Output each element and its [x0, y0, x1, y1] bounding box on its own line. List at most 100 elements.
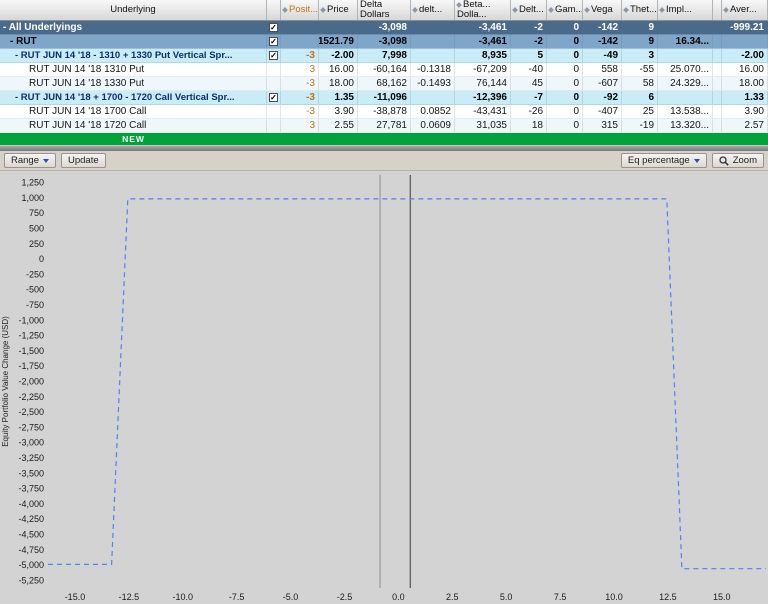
checkbox[interactable]: ✓ — [269, 23, 278, 32]
sort-diamond-icon — [456, 2, 462, 8]
cell-price: 1.35 — [319, 91, 358, 104]
sort-diamond-icon — [320, 7, 326, 13]
row-checkbox-cell[interactable] — [267, 63, 281, 76]
cell-impl_vol — [658, 49, 713, 62]
cell-gamma: 0 — [547, 49, 583, 62]
cell-delta_dollars: 7,998 — [358, 49, 411, 62]
table-row[interactable]: RUT JUN 14 '18 1310 Put316.00-60,164-0.1… — [0, 63, 768, 77]
row-checkbox-cell[interactable]: ✓ — [267, 49, 281, 62]
row-checkbox-cell[interactable] — [267, 119, 281, 132]
column-header-avg_price[interactable]: Aver... — [722, 0, 768, 20]
x-tick-label: -15.0 — [65, 592, 86, 602]
new-row-label: NEW — [0, 134, 267, 144]
column-header-delta[interactable]: Delt... — [511, 0, 547, 20]
range-dropdown-label: Range — [11, 155, 39, 166]
row-checkbox-cell[interactable]: ✓ — [267, 91, 281, 104]
y-tick-label: -2,250 — [18, 392, 44, 402]
row-checkbox-cell[interactable]: ✓ — [267, 35, 281, 48]
cell-theta: 58 — [622, 77, 658, 90]
cell-avg_price: 16.00 — [722, 63, 768, 76]
risk-profile-chart[interactable]: 1,2501,0007505002500-250-500-750-1,000-1… — [0, 171, 768, 604]
column-header-position[interactable]: Posit... — [281, 0, 319, 20]
cell-delta_dollars: -3,098 — [358, 21, 411, 34]
cell-delta_pct — [411, 49, 455, 62]
row-checkbox-cell[interactable] — [267, 105, 281, 118]
y-tick-label: -1,000 — [18, 315, 44, 325]
cell-position: -3 — [281, 77, 319, 90]
cell-price: -2.00 — [319, 49, 358, 62]
range-dropdown[interactable]: Range — [4, 153, 56, 168]
cell-theta: -19 — [622, 119, 658, 132]
y-tick-label: 250 — [29, 239, 44, 249]
cell-theta: 25 — [622, 105, 658, 118]
x-tick-label: 0.0 — [392, 592, 405, 602]
cell-vega: -407 — [583, 105, 622, 118]
column-header-underlying[interactable]: Underlying — [0, 0, 267, 20]
cell-delta_pct: -0.1493 — [411, 77, 455, 90]
cell-spacer — [713, 63, 722, 76]
y-tick-label: -3,500 — [18, 468, 44, 478]
zoom-button[interactable]: Zoom — [712, 153, 764, 168]
cell-vega: -142 — [583, 35, 622, 48]
underlying-header-label: Underlying — [110, 5, 155, 15]
cell-price: 3.90 — [319, 105, 358, 118]
update-button[interactable]: Update — [61, 153, 106, 168]
cell-delta: 45 — [511, 77, 547, 90]
cell-delta_dollars: -38,878 — [358, 105, 411, 118]
cell-delta_pct — [411, 35, 455, 48]
table-row[interactable]: RUT JUN 14 '18 1330 Put-318.0068,162-0.1… — [0, 77, 768, 91]
checkbox[interactable]: ✓ — [269, 37, 278, 46]
row-checkbox-cell[interactable]: ✓ — [267, 21, 281, 34]
row-checkbox-cell[interactable] — [267, 77, 281, 90]
cell-avg_price: 3.90 — [722, 105, 768, 118]
cell-position: 3 — [281, 119, 319, 132]
table-row[interactable]: RUT JUN 14 '18 1700 Call-33.90-38,8780.0… — [0, 105, 768, 119]
table-body: - All Underlyings✓-3,098-3,461-20-1429-9… — [0, 21, 768, 145]
cell-theta: 6 — [622, 91, 658, 104]
column-header-delta_pct[interactable]: delt... — [411, 0, 455, 20]
checkbox[interactable]: ✓ — [269, 51, 278, 60]
cell-beta_dollars: -12,396 — [455, 91, 511, 104]
cell-impl_vol: 16.34... — [658, 35, 713, 48]
table-row[interactable]: - RUT JUN 14 '18 + 1700 - 1720 Call Vert… — [0, 91, 768, 105]
cell-theta: 3 — [622, 49, 658, 62]
column-header-beta_dollars[interactable]: Beta...Dolla... — [455, 0, 511, 20]
column-header-gamma[interactable]: Gam... — [547, 0, 583, 20]
underlying-label: - RUT JUN 14 '18 - 1310 + 1330 Put Verti… — [0, 49, 267, 62]
table-row[interactable]: RUT JUN 14 '18 1720 Call32.5527,7810.060… — [0, 119, 768, 133]
cell-delta_dollars: -60,164 — [358, 63, 411, 76]
y-tick-label: -500 — [26, 285, 44, 295]
x-tick-label: -7.5 — [229, 592, 245, 602]
y-tick-label: -250 — [26, 269, 44, 279]
cell-spacer — [713, 119, 722, 132]
cell-impl_vol: 13.538... — [658, 105, 713, 118]
underlying-label: - RUT — [0, 35, 267, 48]
column-header-vega[interactable]: Vega — [583, 0, 622, 20]
column-header-impl_vol[interactable]: Impl... — [658, 0, 713, 20]
x-tick-label: 7.5 — [554, 592, 567, 602]
y-tick-label: -3,000 — [18, 438, 44, 448]
cell-delta: -2 — [511, 35, 547, 48]
cell-position: -3 — [281, 105, 319, 118]
cell-spacer — [713, 49, 722, 62]
column-header-theta[interactable]: Thet... — [622, 0, 658, 20]
column-header-price[interactable]: Price — [319, 0, 358, 20]
eq-percentage-dropdown[interactable]: Eq percentage — [621, 153, 707, 168]
checkbox[interactable]: ✓ — [269, 93, 278, 102]
table-row[interactable]: - RUT✓1521.79-3,098-3,461-20-142916.34..… — [0, 35, 768, 49]
cell-theta: 9 — [622, 21, 658, 34]
table-row[interactable]: NEW — [0, 133, 768, 145]
risk-profile-chart-area: 1,2501,0007505002500-250-500-750-1,000-1… — [0, 171, 768, 604]
y-tick-label: -3,750 — [18, 484, 44, 494]
x-tick-label: 10.0 — [605, 592, 623, 602]
cell-avg_price: 18.00 — [722, 77, 768, 90]
cell-position — [281, 35, 319, 48]
column-header-delta_dollars[interactable]: DeltaDollars — [358, 0, 411, 20]
underlying-label: RUT JUN 14 '18 1310 Put — [0, 63, 267, 76]
x-tick-label: 2.5 — [446, 592, 459, 602]
magnifier-icon — [719, 156, 729, 166]
cell-beta_dollars: -3,461 — [455, 21, 511, 34]
y-axis-title: Equity Portfolio Value Change (USD) — [1, 316, 10, 447]
table-row[interactable]: - RUT JUN 14 '18 - 1310 + 1330 Put Verti… — [0, 49, 768, 63]
table-row[interactable]: - All Underlyings✓-3,098-3,461-20-1429-9… — [0, 21, 768, 35]
